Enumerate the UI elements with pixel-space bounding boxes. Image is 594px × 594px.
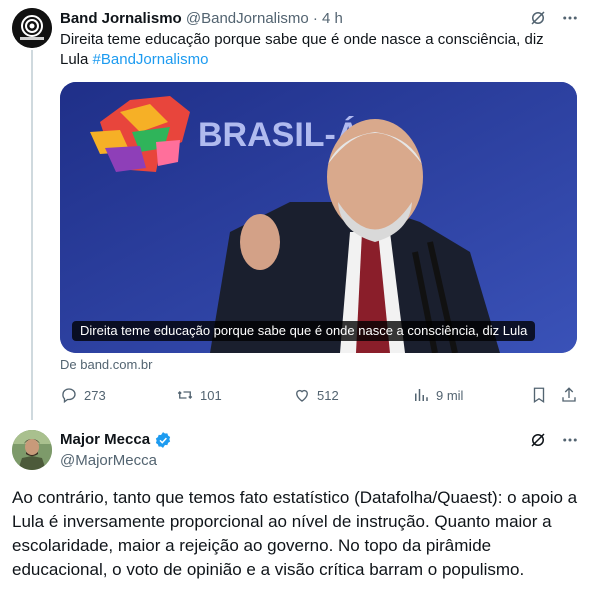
bookmark-icon <box>533 387 545 404</box>
card-caption: Direita teme educação porque sabe que é … <box>72 321 536 341</box>
thread-line <box>31 50 33 420</box>
reply-count: 273 <box>84 387 106 403</box>
views-button[interactable]: 9 mil <box>412 386 463 404</box>
grok-icon[interactable] <box>528 8 548 28</box>
display-name[interactable]: Band Jornalismo <box>60 10 182 27</box>
card-source[interactable]: De band.com.br <box>60 356 153 374</box>
display-name-row: Major Mecca <box>60 430 172 450</box>
tweet-text: Ao contrário, tanto que temos fato estat… <box>12 488 578 579</box>
views-count: 9 mil <box>436 387 464 403</box>
tweet-top-actions <box>528 430 580 450</box>
share-icon <box>562 387 576 402</box>
views-icon <box>415 389 428 401</box>
tweet-text: Direita teme educação porque sabe que é … <box>60 30 560 70</box>
timestamp[interactable]: 4 h <box>322 10 343 27</box>
repost-icon <box>177 391 193 399</box>
handle[interactable]: @BandJornalismo <box>186 10 309 27</box>
verified-badge-icon <box>155 432 171 448</box>
tweet-header: Band Jornalismo @BandJornalismo · 4 h <box>60 9 343 29</box>
more-options-icon[interactable] <box>560 430 580 450</box>
tweet-actions: 273 101 512 9 mil <box>60 386 580 406</box>
band-logo-icon <box>12 8 52 48</box>
avatar-major-mecca[interactable] <box>12 430 52 470</box>
reply-button[interactable]: 273 <box>60 386 106 404</box>
bookmark-button[interactable] <box>530 386 548 404</box>
heart-icon <box>296 389 308 402</box>
repost-count: 101 <box>200 387 222 403</box>
avatar-photo <box>12 430 52 470</box>
share-button[interactable] <box>560 386 578 404</box>
tweet-band-jornalismo: Band Jornalismo @BandJornalismo · 4 h Di… <box>0 0 594 420</box>
tweet-top-actions <box>528 8 580 28</box>
hashtag-link[interactable]: #BandJornalismo <box>93 51 209 68</box>
handle[interactable]: @MajorMecca <box>60 451 157 471</box>
grok-icon[interactable] <box>528 430 548 450</box>
more-options-icon[interactable] <box>560 8 580 28</box>
tweet-major-mecca: Major Mecca @MajorMecca Ao contrário, ta… <box>0 418 594 594</box>
separator: · <box>312 10 318 27</box>
news-photo: BRASIL-ÁF <box>60 82 577 353</box>
repost-button[interactable]: 101 <box>176 386 222 404</box>
display-name[interactable]: Major Mecca <box>60 430 150 450</box>
link-card-image[interactable]: BRASIL-ÁF Direita teme educação porque s… <box>60 82 577 353</box>
reply-icon <box>62 388 76 404</box>
avatar-band-jornalismo[interactable] <box>12 8 52 48</box>
like-count: 512 <box>317 387 339 403</box>
like-button[interactable]: 512 <box>293 386 339 404</box>
